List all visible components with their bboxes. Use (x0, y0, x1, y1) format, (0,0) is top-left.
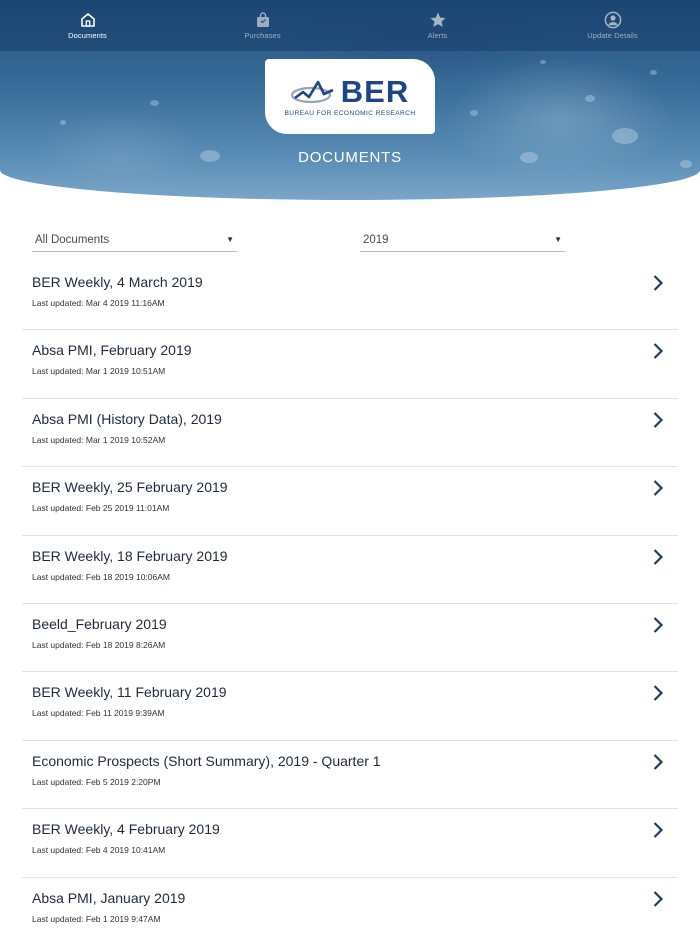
document-row[interactable]: Absa PMI (History Data), 2019 Last updat… (22, 399, 678, 468)
nav-purchases-label: Purchases (244, 31, 281, 40)
document-updated: Last updated: Mar 4 2019 11:16AM (32, 298, 165, 308)
document-updated: Last updated: Feb 5 2019 2:20PM (32, 776, 161, 787)
user-circle-icon (604, 11, 621, 29)
home-icon (80, 13, 95, 27)
document-title: BER Weekly, 25 February 2019 (32, 479, 228, 496)
document-row[interactable]: Beeld_February 2019 Last updated: Feb 18… (22, 604, 678, 673)
star-icon (429, 12, 446, 27)
chevron-right-icon (653, 275, 664, 291)
dropdown-caret-icon: ▼ (554, 235, 562, 244)
chevron-right-icon (653, 548, 664, 565)
nav-documents[interactable]: Documents (0, 0, 175, 51)
document-row[interactable]: BER Weekly, 4 February 2019 Last updated… (22, 809, 678, 878)
chevron-right-icon (653, 617, 664, 633)
ber-logo-mark (290, 80, 334, 103)
year-value: 2019 (363, 233, 389, 246)
document-row[interactable]: BER Weekly, 4 March 2019 Last updated: M… (22, 262, 678, 331)
top-navigation: Documents Purchases Alerts Update Detail… (0, 0, 700, 51)
document-title: BER Weekly, 4 March 2019 (32, 274, 203, 290)
document-updated: Last updated: Feb 4 2019 10:41AM (32, 845, 166, 856)
chevron-right-icon (653, 412, 664, 428)
document-row[interactable]: Economic Prospects (Short Summary), 2019… (22, 741, 678, 810)
document-updated: Last updated: Feb 18 2019 8:26AM (32, 639, 166, 650)
nav-documents-label: Documents (68, 31, 107, 40)
page-title: DOCUMENTS (298, 149, 402, 166)
nav-alerts[interactable]: Alerts (350, 0, 525, 51)
ber-logo: BER BUREAU FOR ECONOMIC RESEARCH (265, 59, 435, 134)
header-banner: Documents Purchases Alerts Update Detail… (0, 0, 700, 200)
chevron-right-icon (653, 480, 664, 496)
nav-alerts-label: Alerts (427, 31, 448, 40)
document-title: BER Weekly, 18 February 2019 (32, 547, 228, 564)
document-updated: Last updated: Feb 18 2019 10:06AM (32, 571, 170, 582)
document-title: BER Weekly, 11 February 2019 (32, 684, 227, 701)
chevron-right-icon (653, 890, 664, 907)
chevron-right-icon (653, 822, 664, 838)
nav-purchases[interactable]: Purchases (175, 0, 350, 51)
document-updated: Last updated: Feb 25 2019 11:01AM (32, 503, 170, 514)
document-title: Economic Prospects (Short Summary), 2019… (32, 752, 381, 769)
dropdown-caret-icon: ▼ (226, 235, 234, 244)
document-title: Absa PMI (History Data), 2019 (32, 410, 222, 427)
document-title: Beeld_February 2019 (32, 615, 167, 632)
document-type-value: All Documents (35, 233, 110, 246)
chevron-right-icon (653, 685, 664, 702)
nav-update-details[interactable]: Update Details (525, 0, 700, 51)
document-updated: Last updated: Mar 1 2019 10:52AM (32, 434, 166, 445)
document-type-dropdown[interactable]: All Documents ▼ (32, 228, 237, 252)
nav-update-details-label: Update Details (587, 31, 638, 40)
logo-subtitle: BUREAU FOR ECONOMIC RESEARCH (284, 110, 416, 117)
document-row[interactable]: Absa PMI, January 2019 Last updated: Feb… (22, 878, 678, 934)
document-title: BER Weekly, 4 February 2019 (32, 821, 220, 838)
document-title: Absa PMI, January 2019 (32, 889, 186, 906)
document-updated: Last updated: Mar 1 2019 10:51AM (32, 366, 166, 377)
chevron-right-icon (653, 753, 664, 770)
document-list: BER Weekly, 4 March 2019 Last updated: M… (22, 262, 678, 934)
shopping-bag-icon (256, 12, 269, 27)
document-updated: Last updated: Feb 11 2019 9:39AM (32, 708, 165, 719)
document-updated: Last updated: Feb 1 2019 9:47AM (32, 913, 161, 924)
document-row[interactable]: BER Weekly, 11 February 2019 Last update… (22, 672, 678, 741)
year-dropdown[interactable]: 2019 ▼ (360, 228, 565, 252)
document-row[interactable]: BER Weekly, 18 February 2019 Last update… (22, 536, 678, 604)
logo-wordmark: BER (340, 74, 410, 109)
document-row[interactable]: BER Weekly, 25 February 2019 Last update… (22, 467, 678, 536)
document-title: Absa PMI, February 2019 (32, 342, 192, 359)
chevron-right-icon (653, 343, 664, 360)
document-row[interactable]: Absa PMI, February 2019 Last updated: Ma… (22, 330, 678, 399)
